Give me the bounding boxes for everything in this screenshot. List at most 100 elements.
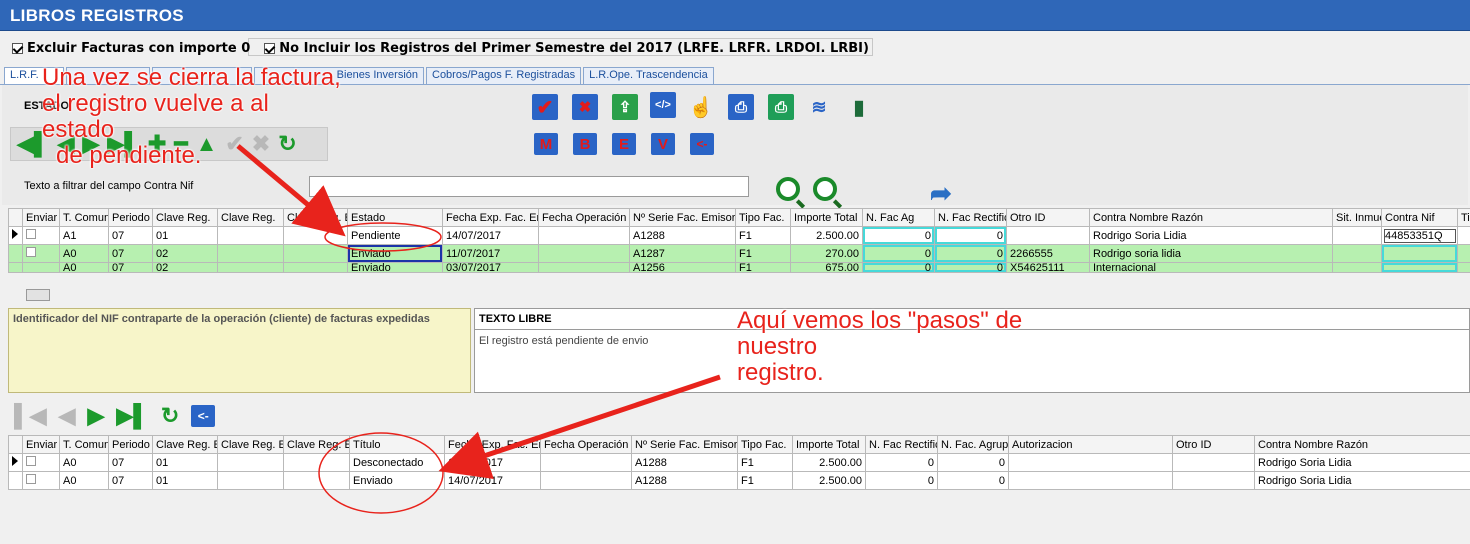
table-cell[interactable]: 02 <box>152 262 218 273</box>
column-header[interactable]: Contra Nombre Razón <box>1089 208 1333 227</box>
tab-lr-ope-trascendencia[interactable]: L.R.Ope. Trascendencia <box>583 67 714 85</box>
estado-cell[interactable]: Enviado <box>347 244 443 263</box>
estado-cell[interactable]: Pendiente <box>347 226 443 245</box>
column-header[interactable]: Nº Serie Fac. Emisor <box>631 435 738 454</box>
column-header[interactable]: Sit. Inmue <box>1332 208 1382 227</box>
table-cell[interactable]: F1 <box>737 453 793 472</box>
table-cell[interactable]: 01 <box>152 471 218 490</box>
enviar-checkbox[interactable] <box>26 247 36 257</box>
enviar-cell[interactable] <box>22 471 60 490</box>
tab-cobros-pagos[interactable]: Cobros/Pagos F. Registradas <box>426 67 582 85</box>
table-cell[interactable]: 07 <box>108 226 153 245</box>
cancel-icon[interactable]: ✖ <box>572 94 598 120</box>
column-header[interactable]: T. Comun <box>59 208 109 227</box>
enviar-checkbox[interactable] <box>26 456 36 466</box>
table-cell[interactable] <box>1457 244 1470 263</box>
table-cell[interactable]: A0 <box>59 244 109 263</box>
e-button[interactable]: E <box>612 133 636 155</box>
table-cell[interactable] <box>217 226 284 245</box>
column-header[interactable]: Enviar <box>22 435 60 454</box>
table-cell[interactable] <box>1457 226 1470 245</box>
table-cell[interactable]: F1 <box>735 262 791 273</box>
table-cell[interactable] <box>283 453 350 472</box>
table-cell[interactable]: F1 <box>737 471 793 490</box>
table-cell[interactable]: 0 <box>934 262 1007 273</box>
table-cell[interactable]: 07 <box>108 262 153 273</box>
column-header[interactable]: Clave Reg. E <box>283 435 350 454</box>
table-cell[interactable] <box>1381 262 1458 273</box>
v-button[interactable]: V <box>651 133 675 155</box>
column-header[interactable]: N. Fac Ag <box>862 208 935 227</box>
column-header[interactable]: Importe Total <box>792 435 866 454</box>
print-icon[interactable]: ⎙ <box>728 94 754 120</box>
table-cell[interactable] <box>1457 262 1470 273</box>
enviar-cell[interactable] <box>22 453 60 472</box>
table-cell[interactable] <box>540 471 632 490</box>
table-row[interactable]: A1 07 01 Pendiente 14/07/2017 A1288 F1 2… <box>8 226 1470 245</box>
column-header[interactable]: Ti <box>1457 208 1470 227</box>
table-cell[interactable]: A0 <box>59 453 109 472</box>
table-cell[interactable]: 14/07/2017 <box>444 453 541 472</box>
titulo-cell[interactable]: Enviado <box>349 471 445 490</box>
column-header[interactable]: Tipo Fac. <box>735 208 791 227</box>
table-cell[interactable]: 02 <box>152 244 218 263</box>
table-cell[interactable]: 0 <box>862 244 935 263</box>
table-cell[interactable]: 2.500.00 <box>792 471 866 490</box>
table-cell[interactable]: Rodrigo Soria Lidia <box>1089 226 1333 245</box>
table-cell[interactable]: 01 <box>152 453 218 472</box>
table-cell[interactable]: Rodrigo soria lidia <box>1089 244 1333 263</box>
column-header[interactable]: Otro ID <box>1006 208 1090 227</box>
send-icon[interactable]: ⇪ <box>612 94 638 120</box>
clear-search-icon[interactable] <box>813 177 837 201</box>
table-cell[interactable] <box>1008 453 1173 472</box>
column-header[interactable]: N. Fac Rectific <box>865 435 938 454</box>
column-header[interactable]: Clave Reg. E <box>152 435 218 454</box>
column-header[interactable]: Importe Total <box>790 208 863 227</box>
table-cell[interactable]: 2.500.00 <box>790 226 863 245</box>
excluir-checkbox[interactable] <box>12 42 23 54</box>
table-cell[interactable]: 0 <box>934 226 1007 245</box>
titulo-cell[interactable]: Desconectado <box>349 453 445 472</box>
table-cell[interactable] <box>540 453 632 472</box>
table-cell[interactable] <box>217 453 284 472</box>
table-cell[interactable]: A1288 <box>629 226 736 245</box>
search-icon[interactable] <box>776 177 800 201</box>
column-header[interactable]: Estado <box>347 208 443 227</box>
column-header[interactable]: Fecha Operación <box>540 435 632 454</box>
exit-icon[interactable]: ▮ <box>846 94 872 120</box>
table-row[interactable]: A0 07 01 Enviado 14/07/2017 A1288 F1 2.5… <box>8 471 1470 490</box>
column-header[interactable]: T. Comun <box>59 435 109 454</box>
table-cell[interactable]: 03/07/2017 <box>442 262 539 273</box>
table-cell[interactable]: Rodrigo Soria Lidia <box>1254 453 1470 472</box>
column-header[interactable]: Periodo <box>108 435 153 454</box>
table-cell[interactable] <box>1381 244 1458 263</box>
table-cell[interactable]: 07 <box>108 471 153 490</box>
next-record-icon[interactable]: ▶ <box>87 403 104 429</box>
table-cell[interactable]: Rodrigo Soria Lidia <box>1254 471 1470 490</box>
column-header[interactable]: Autorizacion <box>1008 435 1173 454</box>
signal-icon[interactable]: ≋ <box>806 94 832 120</box>
column-header[interactable]: Clave Reg. <box>217 208 284 227</box>
table-cell[interactable]: A1 <box>59 226 109 245</box>
column-header[interactable]: Periodo <box>108 208 153 227</box>
back-button[interactable]: <- <box>690 133 714 155</box>
table-cell[interactable] <box>1006 226 1090 245</box>
table-cell[interactable]: 2266555 <box>1006 244 1090 263</box>
table-cell[interactable]: A1288 <box>631 453 738 472</box>
back-icon[interactable]: <- <box>191 405 216 427</box>
table-cell[interactable]: 07 <box>108 244 153 263</box>
table-cell[interactable] <box>1332 244 1382 263</box>
table-cell[interactable]: X54625111 <box>1006 262 1090 273</box>
m-button[interactable]: M <box>534 133 558 155</box>
table-cell[interactable] <box>538 262 630 273</box>
column-header[interactable]: Contra Nombre Razón <box>1254 435 1470 454</box>
table-cell[interactable]: 0 <box>865 453 938 472</box>
table-cell[interactable] <box>283 262 348 273</box>
redo-arrow-icon[interactable]: ➦ <box>930 178 952 209</box>
column-header[interactable]: N. Fac Rectific <box>934 208 1007 227</box>
column-header[interactable]: Fecha Exp. Fac. Em <box>444 435 541 454</box>
refresh-icon[interactable]: ↻ <box>161 403 179 429</box>
column-header[interactable]: N. Fac. Agrupa <box>937 435 1009 454</box>
column-header[interactable]: Enviar <box>22 208 60 227</box>
table-cell[interactable]: 0 <box>937 453 1009 472</box>
